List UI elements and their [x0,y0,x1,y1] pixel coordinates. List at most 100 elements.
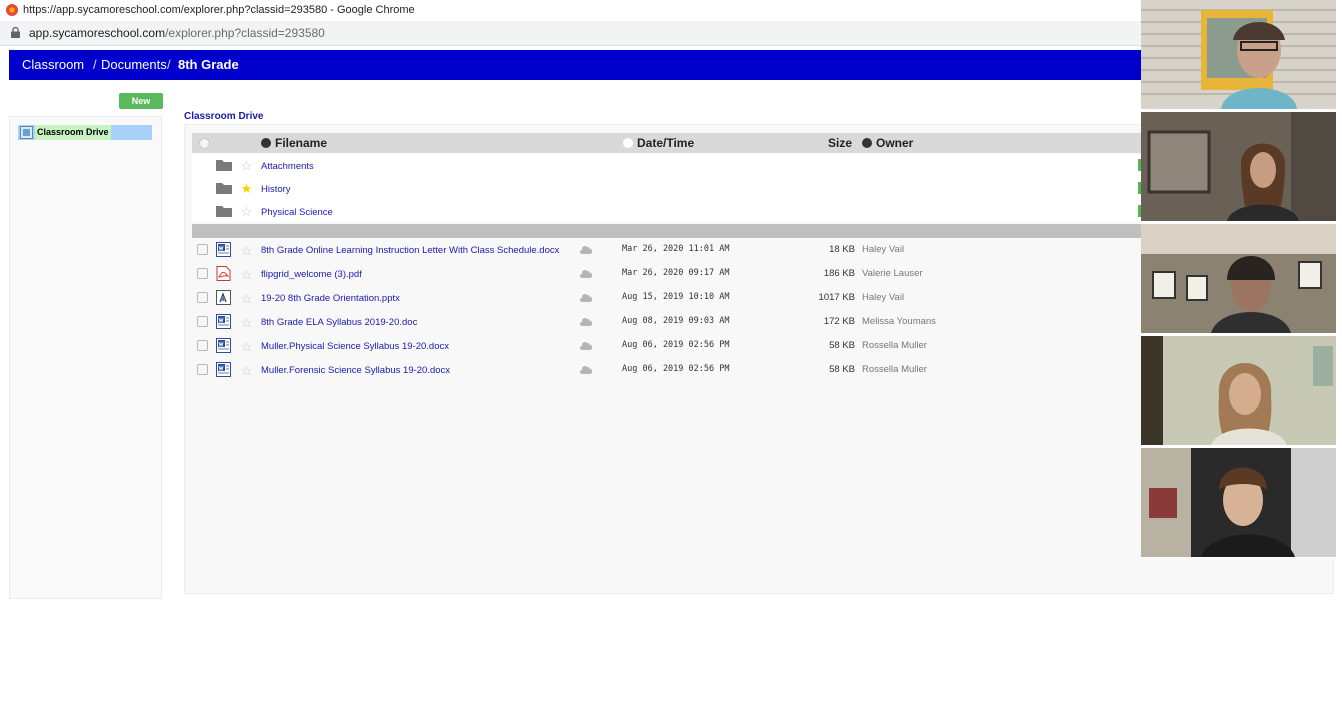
breadcrumb-separator: / [167,57,171,72]
tree-item-label: Classroom Drive [35,125,111,140]
file-row[interactable]: ☆ Muller.Forensic Science Syllabus 19-20… [192,359,1142,383]
cloud-icon[interactable] [580,317,592,326]
breadcrumb-documents[interactable]: Documents [101,50,167,80]
file-date: Aug 06, 2019 02:56 PM [622,364,730,374]
file-owner: Haley Vail [862,244,905,255]
file-date: Mar 26, 2020 09:17 AM [622,268,730,278]
file-name[interactable]: 8th Grade ELA Syllabus 2019-20.doc [261,317,417,328]
column-filename[interactable]: Filename [261,133,327,153]
participant-video[interactable] [1141,0,1336,109]
star-icon[interactable]: ☆ [240,268,253,281]
pdf-file-icon [216,266,231,281]
file-size: 1017 KB [818,292,855,303]
breadcrumb-8th-grade: 8th Grade [178,57,239,72]
file-owner: Haley Vail [862,292,905,303]
file-list: ☆ 8th Grade Online Learning Instruction … [192,239,1142,383]
video-participants-panel [1141,0,1342,558]
star-icon[interactable]: ★ [240,182,253,195]
cloud-icon[interactable] [580,245,592,254]
file-name[interactable]: flipgrid_welcome (3).pdf [261,269,362,280]
star-icon[interactable]: ☆ [240,340,253,353]
powerpoint-file-icon [216,290,231,305]
window-title: https://app.sycamoreschool.com/explorer.… [23,4,415,16]
row-checkbox[interactable] [197,244,208,255]
star-icon[interactable]: ☆ [240,205,253,218]
word-file-icon [216,362,231,377]
file-date: Aug 06, 2019 02:56 PM [622,340,730,350]
sort-icon [862,138,872,148]
cloud-icon[interactable] [580,293,592,302]
cloud-icon[interactable] [580,365,592,374]
url-text[interactable]: app.sycamoreschool.com/explorer.php?clas… [29,21,325,45]
column-datetime[interactable]: Date/Time [623,133,694,153]
file-name[interactable]: 19-20 8th Grade Orientation.pptx [261,293,400,304]
file-name[interactable]: 8th Grade Online Learning Instruction Le… [261,245,559,256]
file-size: 58 KB [829,340,855,351]
chrome-icon [6,4,18,16]
row-checkbox[interactable] [197,292,208,303]
folder-name[interactable]: Physical Science [261,207,333,218]
folder-tree: Classroom Drive [9,116,162,599]
word-file-icon [216,242,231,257]
file-name[interactable]: Muller.Physical Science Syllabus 19-20.d… [261,341,449,352]
file-date: Mar 26, 2020 11:01 AM [622,244,730,254]
row-checkbox[interactable] [197,316,208,327]
file-owner: Valerie Lauser [862,268,923,279]
drive-title: Classroom Drive [184,111,264,122]
word-file-icon [216,314,231,329]
breadcrumb-classroom[interactable]: Classroom [22,50,84,80]
column-header-row: Filename Date/Time Size Owner [192,133,1142,153]
star-icon[interactable]: ☆ [240,316,253,329]
star-icon[interactable]: ☆ [240,364,253,377]
folder-list: ☆ Attachments ★ History ☆ Physical Scien… [192,154,1142,222]
select-all-checkbox[interactable] [199,138,210,149]
folder-row[interactable]: ★ History [192,177,1142,200]
star-icon[interactable]: ☆ [240,244,253,257]
folder-row[interactable]: ☆ Physical Science [192,200,1142,223]
lock-icon [11,27,20,38]
file-row[interactable]: ☆ Muller.Physical Science Syllabus 19-20… [192,335,1142,359]
row-checkbox[interactable] [197,364,208,375]
word-file-icon [216,338,231,353]
drive-icon [20,126,33,139]
breadcrumb: Classroom / Documents / 8th Grade [9,50,1149,80]
row-checkbox[interactable] [197,340,208,351]
file-name[interactable]: Muller.Forensic Science Syllabus 19-20.d… [261,365,450,376]
sort-icon [261,138,271,148]
breadcrumb-separator: / [93,57,97,72]
file-row[interactable]: ☆ 8th Grade ELA Syllabus 2019-20.doc Aug… [192,311,1142,335]
folder-icon [216,183,232,194]
folder-icon [216,160,232,171]
file-row[interactable]: ☆ 8th Grade Online Learning Instruction … [192,239,1142,263]
new-button[interactable]: New [119,93,163,109]
star-icon[interactable]: ☆ [240,292,253,305]
file-size: 58 KB [829,364,855,375]
sort-icon [623,138,633,148]
file-date: Aug 15, 2019 10:10 AM [622,292,730,302]
file-row[interactable]: ☆ flipgrid_welcome (3).pdf Mar 26, 2020 … [192,263,1142,287]
column-size[interactable]: Size [828,133,852,153]
column-owner[interactable]: Owner [862,133,913,153]
folder-name[interactable]: Attachments [261,161,314,172]
file-owner: Rossella Muller [862,340,927,351]
participant-video[interactable] [1141,224,1336,333]
folder-row[interactable]: ☆ Attachments [192,154,1142,177]
star-icon[interactable]: ☆ [240,159,253,172]
participant-video[interactable] [1141,336,1336,445]
row-checkbox[interactable] [197,268,208,279]
folder-icon [216,206,232,217]
file-owner: Rossella Muller [862,364,927,375]
file-row[interactable]: ☆ 19-20 8th Grade Orientation.pptx Aug 1… [192,287,1142,311]
cloud-icon[interactable] [580,341,592,350]
file-date: Aug 08, 2019 09:03 AM [622,316,730,326]
section-divider [192,224,1142,238]
folder-name[interactable]: History [261,184,291,195]
file-owner: Melissa Youmans [862,316,936,327]
file-size: 18 KB [829,244,855,255]
tree-item-classroom-drive[interactable]: Classroom Drive [18,125,152,140]
participant-video[interactable] [1141,448,1336,557]
cloud-icon[interactable] [580,269,592,278]
file-size: 172 KB [823,316,855,327]
participant-video[interactable] [1141,112,1336,221]
file-size: 186 KB [823,268,855,279]
